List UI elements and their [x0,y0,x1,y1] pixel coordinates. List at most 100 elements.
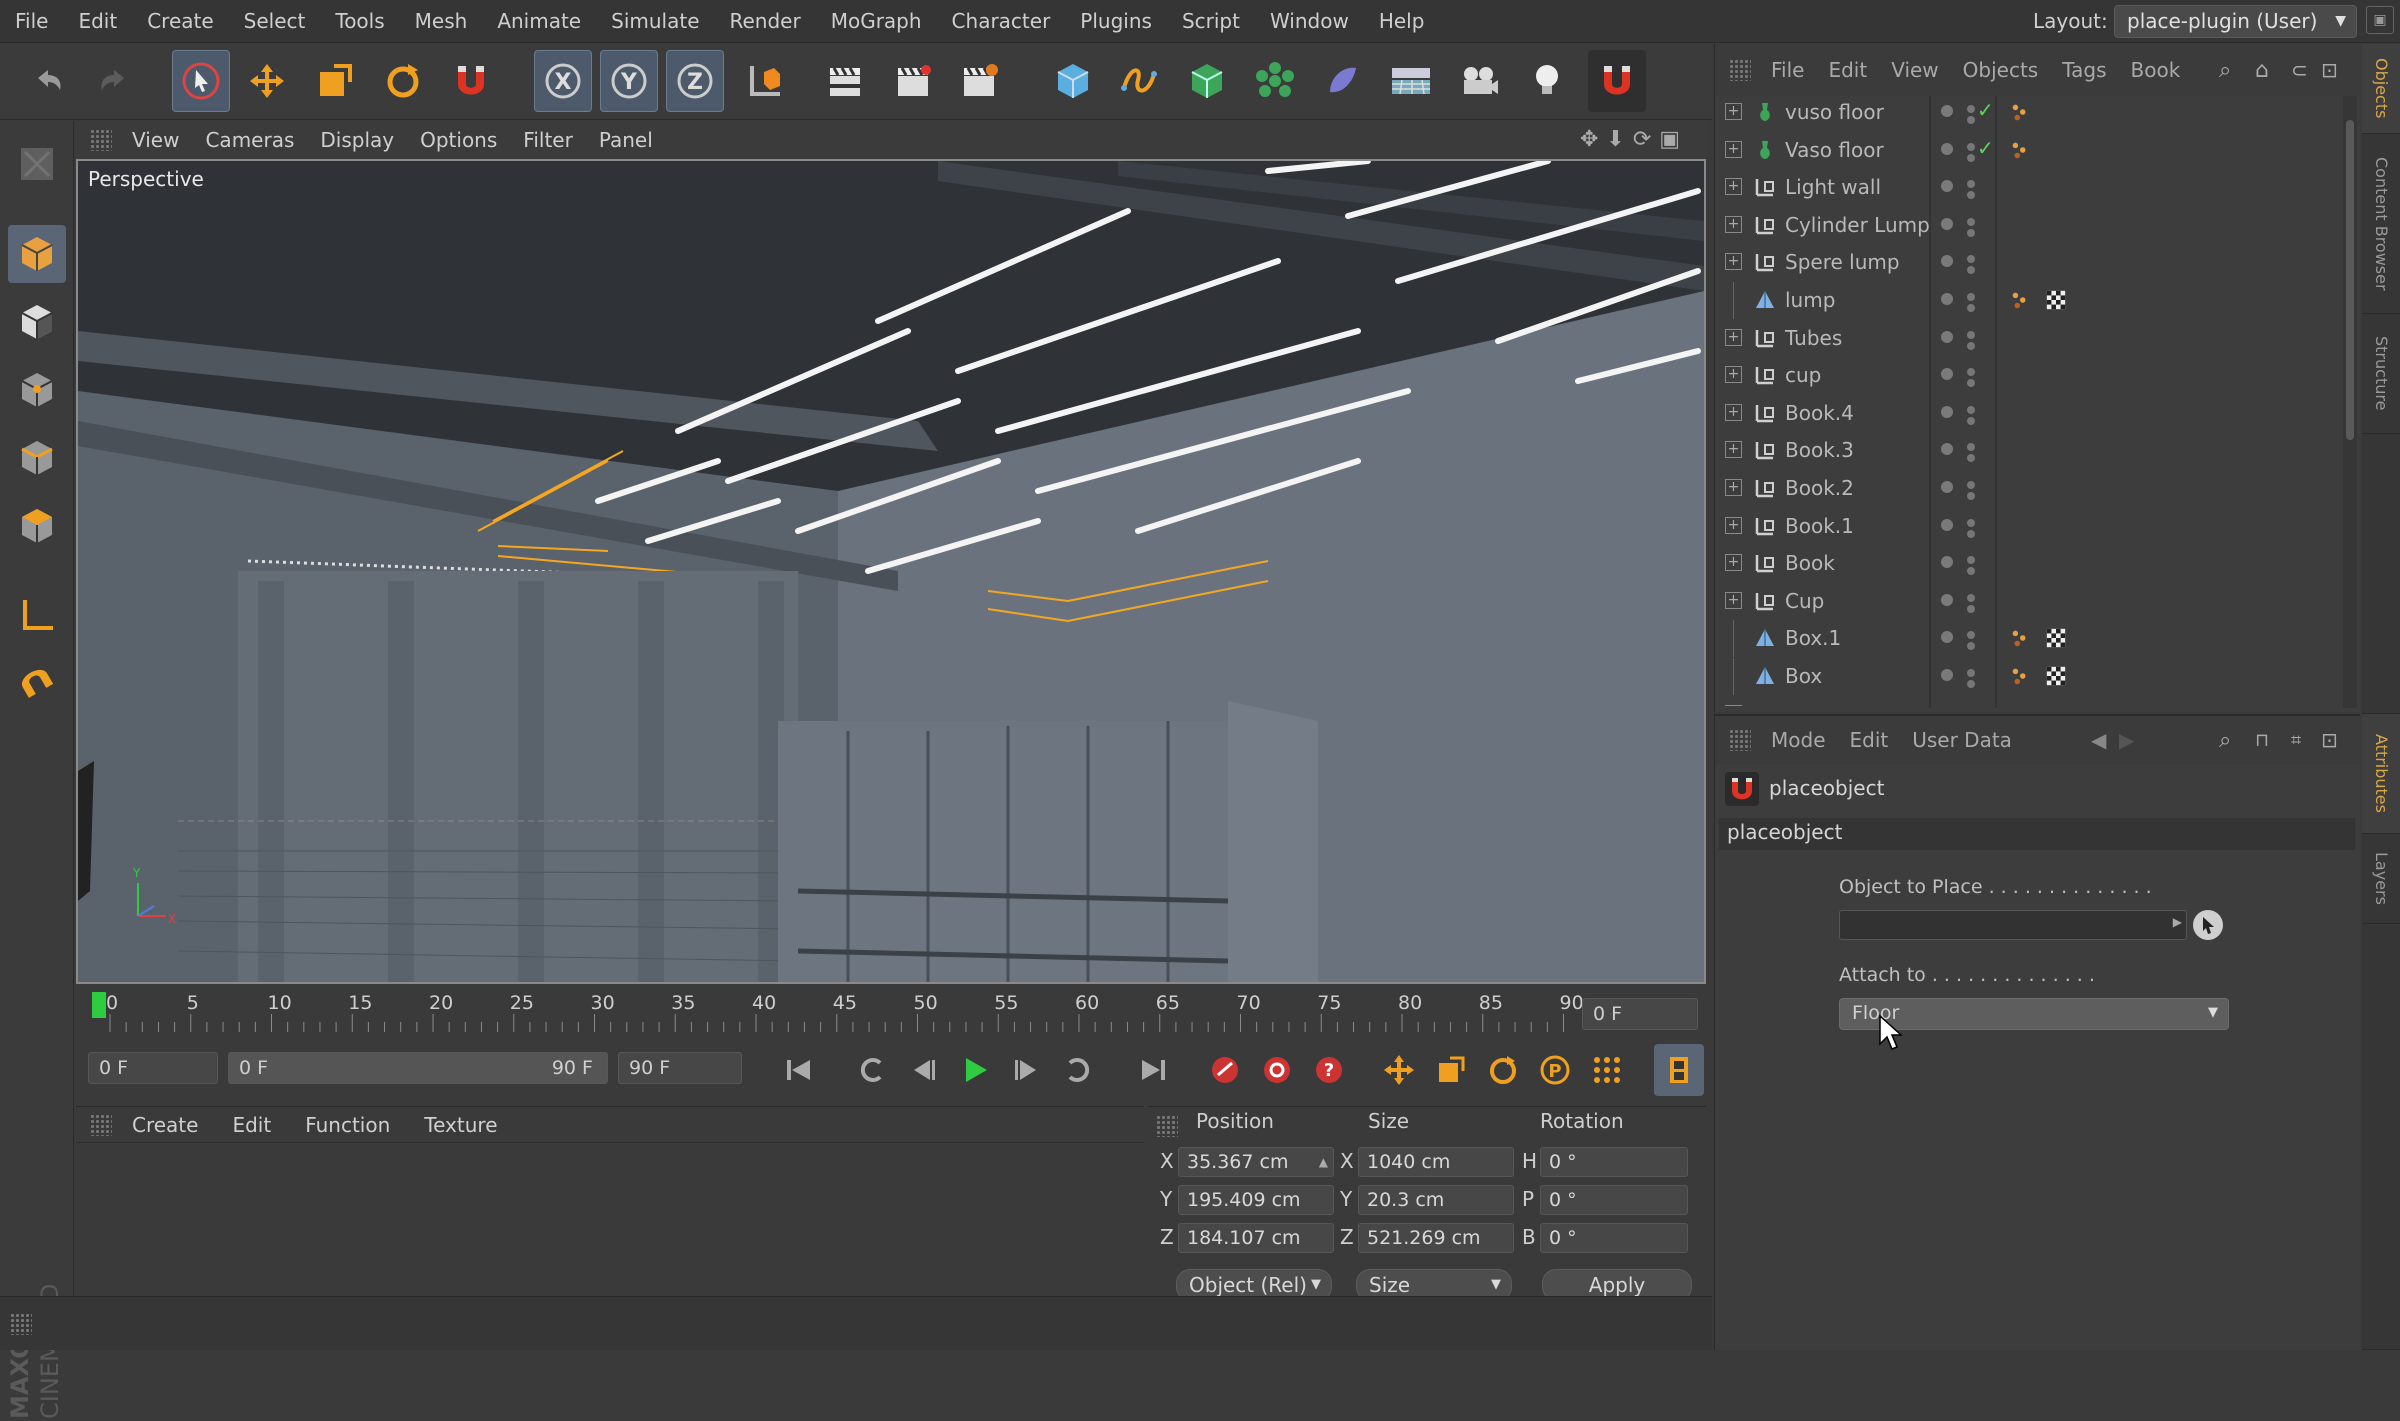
expand-toggle-icon[interactable]: + [1725,178,1742,196]
expand-toggle-icon[interactable]: + [1725,516,1742,534]
enabled-check-icon[interactable]: ✓ [1977,136,1994,160]
editor-visibility-dot-icon[interactable] [1967,631,1975,640]
object-name[interactable]: Book.4 [1785,395,1854,432]
editor-visibility-dot-icon[interactable] [1967,669,1975,677]
menu-edit[interactable]: Edit [63,0,132,43]
object-name[interactable]: vuso floor [1785,94,1884,131]
material-menu-texture[interactable]: Texture [424,1113,531,1137]
object-row[interactable]: + Book.1 [1715,508,2343,545]
material-tag-icon[interactable] [2045,289,2067,315]
om-menu-objects[interactable]: Objects [1963,58,2063,82]
viewport-menu-options[interactable]: Options [420,128,523,152]
goto-end-button[interactable] [1128,1044,1178,1096]
lock-icon[interactable]: ⊓ [2255,730,2269,751]
menu-help[interactable]: Help [1364,0,1440,43]
editor-visibility-dot-icon[interactable] [1967,593,1975,602]
om-menu-edit[interactable]: Edit [1828,58,1891,82]
back-arrow-icon[interactable]: ◀ [2091,728,2106,752]
object-row[interactable]: Box [1715,658,2343,695]
layer-dot-icon[interactable] [1941,142,1953,155]
phong-tag-icon[interactable] [2009,101,2031,127]
object-name[interactable]: Book.1 [1785,508,1854,545]
editor-visibility-dot-icon[interactable] [1967,405,1975,414]
live-selection-button[interactable] [172,50,230,112]
redo-button[interactable] [84,50,142,112]
timeline-ruler[interactable]: 0 5 10 15 20 25 30 35 40 45 50 55 60 65 70 75 80 85 90 0 F [76,988,1706,1046]
menu-file[interactable]: File [0,0,63,43]
object-row[interactable]: + Book [1715,545,2343,582]
viewport-menu-panel[interactable]: Panel [599,128,679,152]
rotate-button[interactable] [374,50,432,112]
next-frame-button[interactable] [1002,1044,1052,1096]
forward-arrow-icon[interactable]: ▶ [2119,728,2134,752]
object-name[interactable]: cup [1785,357,1821,394]
om-menu-tags[interactable]: Tags [2062,58,2130,82]
material-menu-function[interactable]: Function [305,1113,424,1137]
object-row[interactable]: lump [1715,282,2343,319]
render-settings-button[interactable] [950,50,1008,112]
keyframe-selection-button[interactable]: ? [1304,1044,1354,1096]
render-visibility-dot-icon[interactable] [1967,228,1975,237]
home-icon[interactable]: ⌂ [2255,58,2269,83]
om-menu-file[interactable]: File [1771,58,1828,82]
layer-dot-icon[interactable] [1941,518,1953,531]
render-visibility-dot-icon[interactable] [1967,266,1975,275]
layer-dot-icon[interactable] [1941,481,1953,493]
om-menu-bookmarks[interactable]: Book [2131,58,2205,82]
key-rotation-button[interactable] [1478,1044,1528,1096]
material-tag-icon[interactable] [2045,665,2067,691]
pos-z-field[interactable]: 184.107 cm [1178,1223,1334,1253]
object-name[interactable]: Cylinder Lump [1785,207,1930,244]
object-name[interactable]: Spere lump [1785,244,1900,281]
layer-dot-icon[interactable] [1941,631,1953,644]
perspective-viewport[interactable]: Y X Perspective [76,159,1706,984]
layer-dot-icon[interactable] [1941,669,1953,681]
object-name[interactable]: Light wall [1785,169,1881,206]
viewport-nav-icons[interactable]: ✥⬇⟳▣ [1580,127,1688,152]
object-name[interactable]: Vaso floor [1785,132,1884,169]
add-floor-button[interactable] [1382,50,1440,112]
pos-y-field[interactable]: 195.409 cm [1178,1185,1334,1215]
expand-toggle-icon[interactable]: + [1725,215,1742,233]
object-row[interactable]: + Cup [1715,583,2343,620]
panel-grip-icon[interactable] [90,129,112,151]
play-button[interactable] [950,1044,1000,1096]
object-name[interactable]: Cup [1785,583,1824,620]
start-frame-field[interactable]: 0 F [88,1052,218,1084]
expand-toggle-icon[interactable]: + [1725,441,1742,459]
render-visibility-dot-icon[interactable] [1967,454,1975,463]
render-view-button[interactable] [816,50,874,112]
search-icon[interactable]: ⌕ [2219,58,2231,83]
viewport-menu-filter[interactable]: Filter [523,128,599,152]
expand-toggle-icon[interactable]: + [1725,253,1742,271]
editor-visibility-dot-icon[interactable] [1967,330,1975,339]
texture-mode-button[interactable] [8,293,66,351]
enabled-check-icon[interactable]: ✓ [1977,98,1994,122]
expand-toggle-icon[interactable]: + [1725,103,1742,120]
material-menu-edit[interactable]: Edit [232,1113,305,1137]
menu-character[interactable]: Character [937,0,1066,43]
layer-dot-icon[interactable] [1941,217,1953,230]
key-scale-button[interactable] [1426,1044,1476,1096]
prev-key-button[interactable] [846,1044,896,1096]
object-row[interactable]: + Cylinder Lump [1715,207,2343,244]
side-tab-content-browser[interactable]: Content Browser [2362,134,2400,314]
playhead-marker[interactable] [92,992,106,1018]
expand-toggle-icon[interactable]: + [1725,479,1742,496]
render-visibility-dot-icon[interactable] [1967,153,1975,162]
render-visibility-dot-icon[interactable] [1967,604,1975,613]
attr-menu-edit[interactable]: Edit [1850,728,1913,752]
record-keys-button[interactable] [1200,1044,1250,1096]
render-visibility-dot-icon[interactable] [1967,642,1975,651]
size-x-field[interactable]: 1040 cm [1358,1147,1514,1177]
current-frame-field[interactable]: 0 F [1582,998,1698,1030]
menu-script[interactable]: Script [1167,0,1255,43]
object-name[interactable]: Tubes [1785,320,1842,357]
phong-tag-icon[interactable] [2009,289,2031,315]
link-arrow-icon[interactable]: ▶ [2173,915,2182,929]
layer-dot-icon[interactable] [1941,593,1953,606]
next-key-button[interactable] [1054,1044,1104,1096]
menu-render[interactable]: Render [715,0,816,43]
object-list-scrollbar[interactable] [2343,96,2357,708]
search-icon[interactable]: ⌕ [2219,728,2231,753]
